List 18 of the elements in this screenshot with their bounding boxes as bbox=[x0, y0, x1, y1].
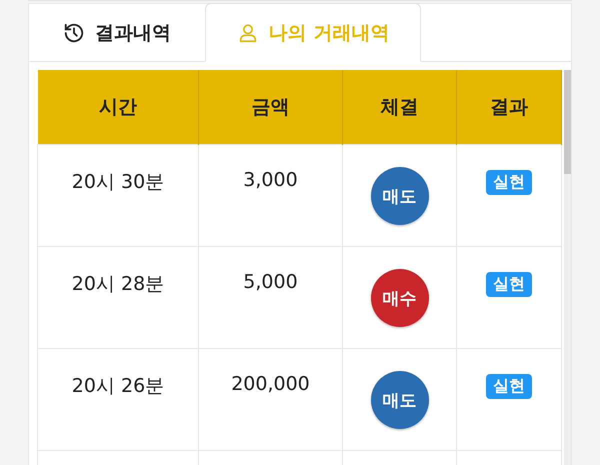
amount-cell-text: 5,000 bbox=[242, 271, 299, 293]
buy-badge: 매수 bbox=[370, 269, 428, 327]
result-badge: 실현 bbox=[486, 374, 532, 399]
time-cell-text: 20시 28분 bbox=[70, 272, 166, 297]
scrollbar-thumb[interactable] bbox=[564, 70, 571, 174]
sell-badge: 매도 bbox=[370, 167, 428, 225]
column-header: 금액 bbox=[198, 70, 342, 144]
result-badge: 실현 bbox=[486, 170, 532, 195]
history-icon bbox=[63, 22, 85, 44]
time-cell-text: 20시 26분 bbox=[70, 374, 166, 399]
column-header: 시간 bbox=[38, 70, 198, 144]
column-header: 결과 bbox=[456, 70, 562, 144]
amount-cell-text: 200,000 bbox=[230, 373, 311, 395]
amount-cell-text: 3,000 bbox=[242, 169, 299, 191]
result-badge: 실현 bbox=[486, 272, 532, 297]
sell-badge: 매도 bbox=[370, 371, 428, 429]
column-header: 체결 bbox=[342, 70, 456, 144]
time-cell-text: 20시 30분 bbox=[70, 170, 166, 195]
